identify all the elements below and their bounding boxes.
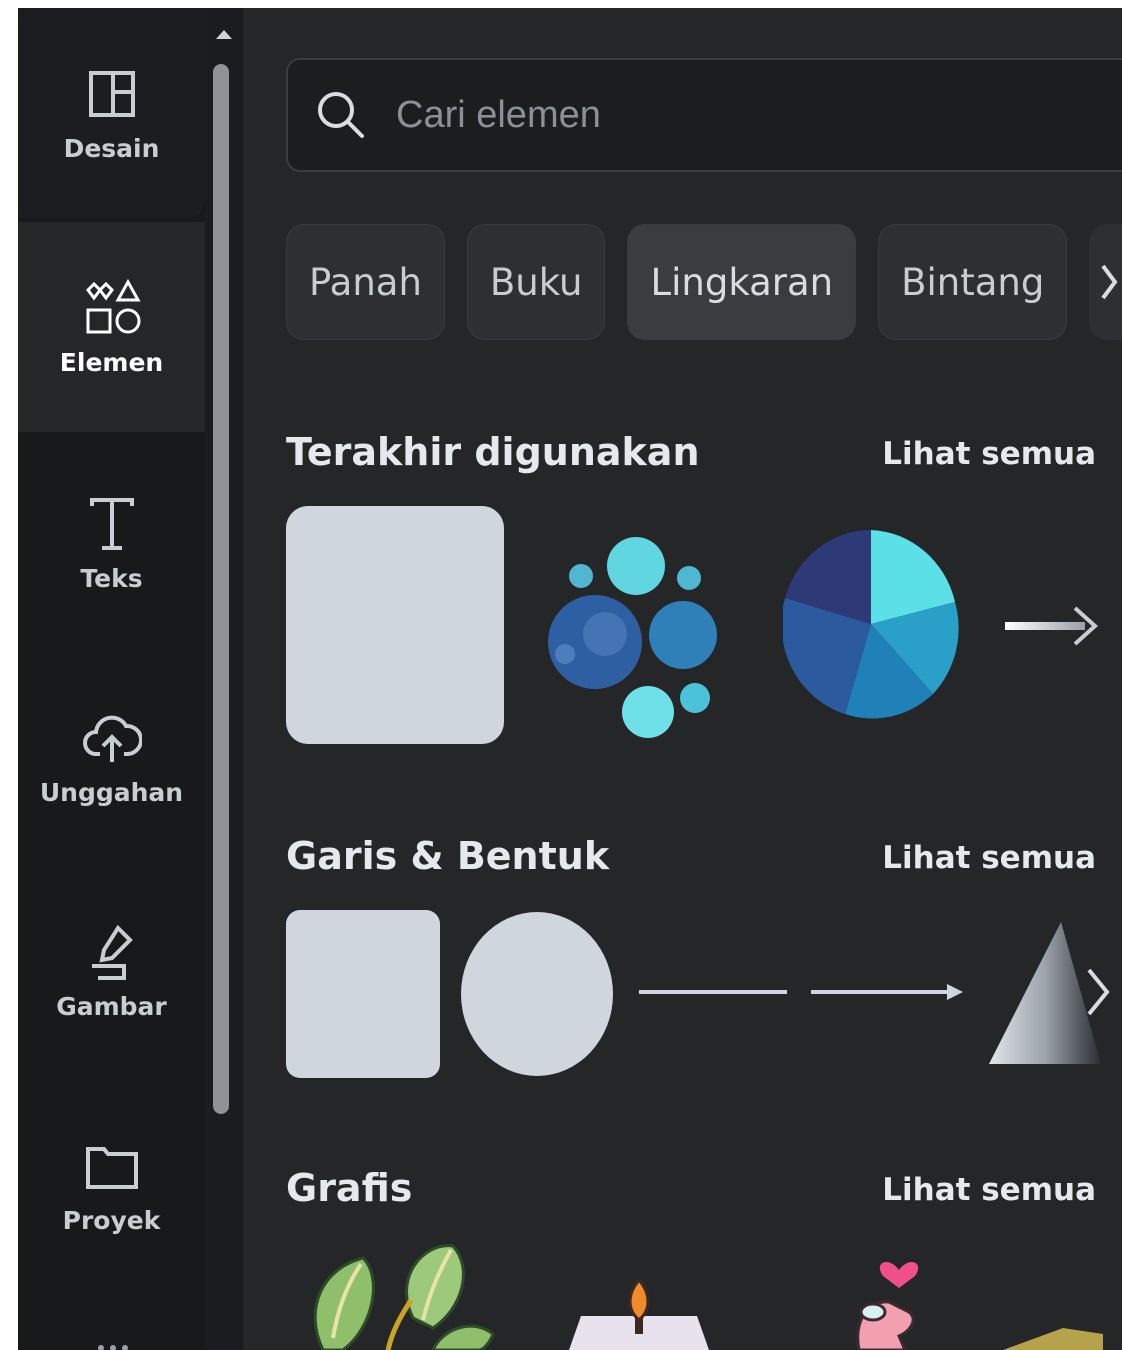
layout-icon [82, 64, 142, 124]
recent-bubbles-graphic[interactable] [543, 530, 723, 740]
graphic-plant-leaves[interactable] [293, 1238, 503, 1350]
shapes-next-arrow-icon[interactable] [1081, 962, 1115, 1022]
section-title-graphics: Grafis [286, 1166, 413, 1210]
nav-item-unggahan[interactable]: Unggahan [18, 652, 205, 862]
nav-label: Teks [80, 563, 143, 593]
nav-label: Unggahan [39, 777, 184, 807]
section-title-shapes: Garis & Bentuk [286, 834, 610, 878]
recent-arrow-graphic[interactable] [1003, 602, 1103, 650]
category-chips: Panah Buku Lingkaran Bintang [286, 224, 1122, 340]
section-title-recent: Terakhir digunakan [286, 430, 700, 474]
shapes-icon [82, 278, 142, 338]
nav-label: Gambar [56, 991, 167, 1021]
chip-panah[interactable]: Panah [286, 224, 445, 340]
chip-buku[interactable]: Buku [466, 224, 606, 340]
see-all-graphics-link[interactable]: Lihat semua [882, 1172, 1096, 1208]
graphic-hand-heart[interactable] [839, 1240, 949, 1350]
search-icon [318, 92, 364, 138]
elements-panel: Panah Buku Lingkaran Bintang Terakhir di… [243, 8, 1122, 1350]
recent-pie-chart-graphic[interactable] [781, 528, 963, 723]
draw-icon [82, 922, 142, 982]
search-input[interactable] [394, 92, 998, 138]
see-all-shapes-link[interactable]: Lihat semua [882, 840, 1096, 876]
see-all-recent-link[interactable]: Lihat semua [882, 436, 1096, 472]
shape-circle[interactable] [459, 910, 615, 1078]
search-bar[interactable] [286, 58, 1122, 172]
chip-bintang[interactable]: Bintang [878, 224, 1068, 340]
chip-lingkaran[interactable]: Lingkaran [627, 224, 857, 340]
chips-next-button[interactable] [1089, 224, 1122, 340]
panel-scrollbar[interactable] [205, 8, 243, 1350]
graphic-candle[interactable] [559, 1277, 719, 1350]
nav-item-elemen[interactable]: Elemen [18, 222, 205, 432]
chevron-right-icon [1101, 264, 1118, 300]
graphic-gold-partial[interactable] [1003, 1318, 1103, 1350]
text-icon [82, 494, 142, 554]
shape-line[interactable] [637, 984, 789, 1000]
scrollbar-thumb[interactable] [213, 64, 229, 1114]
shape-rounded-square[interactable] [286, 910, 440, 1078]
nav-label: Proyek [62, 1205, 161, 1235]
nav-item-gambar[interactable]: Gambar [18, 866, 205, 1076]
scroll-up-arrow-icon[interactable] [216, 30, 232, 39]
nav-label: Elemen [59, 347, 164, 377]
folder-icon [82, 1136, 142, 1196]
more-apps-icon[interactable] [98, 1336, 128, 1350]
app-frame: Desain Elemen Teks Unggahan Gambar Proye… [18, 8, 1122, 1350]
nav-label: Desain [63, 133, 160, 163]
nav-item-proyek[interactable]: Proyek [18, 1080, 205, 1290]
cloud-upload-icon [82, 708, 142, 768]
side-navigation: Desain Elemen Teks Unggahan Gambar Proye… [18, 8, 205, 1350]
shape-line-arrow[interactable] [809, 978, 965, 1006]
nav-item-teks[interactable]: Teks [18, 438, 205, 648]
nav-item-desain[interactable]: Desain [18, 8, 205, 218]
recent-rounded-square[interactable] [286, 506, 504, 744]
